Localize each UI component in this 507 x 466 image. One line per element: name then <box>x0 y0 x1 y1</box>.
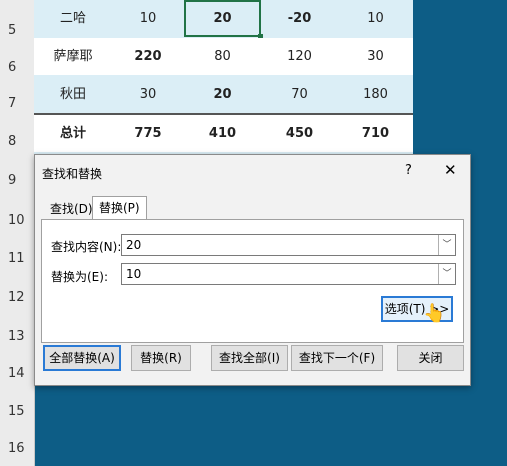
close-button[interactable]: 关闭 <box>397 345 464 371</box>
table-cell[interactable]: 410 <box>184 115 261 152</box>
find-replace-dialog: 查找和替换 ? ✕ 查找(D) 替换(P) 查找内容(N): 20 ﹀ 替换为(… <box>34 154 471 386</box>
table-cell[interactable]: 180 <box>338 76 413 113</box>
row-number-15[interactable]: 15 <box>0 404 34 419</box>
help-button[interactable]: ? <box>405 163 412 178</box>
table-cell[interactable]: 710 <box>338 115 413 152</box>
table-cell[interactable]: 总计 <box>34 115 112 152</box>
dialog-title: 查找和替换 <box>42 167 103 181</box>
row-number-5[interactable]: 5 <box>0 23 34 38</box>
find-label: 查找内容(N): <box>51 240 122 254</box>
row-header-column: 5 6 7 8 9 10 11 12 13 14 15 16 <box>0 0 35 466</box>
mouse-pointer-icon: 👆 <box>423 303 446 324</box>
row-number-12[interactable]: 12 <box>0 290 34 305</box>
spreadsheet-table: 二哈 10 20 -20 10 萨摩耶 220 80 120 30 秋田 30 … <box>34 0 413 154</box>
row-number-9[interactable]: 9 <box>0 173 34 188</box>
table-cell[interactable]: 30 <box>338 38 413 75</box>
row-number-16[interactable]: 16 <box>0 441 34 456</box>
row-number-7[interactable]: 7 <box>0 96 34 111</box>
tab-replace[interactable]: 替换(P) <box>92 196 147 221</box>
row-number-14[interactable]: 14 <box>0 366 34 381</box>
replace-input[interactable]: 10 ﹀ <box>121 263 456 285</box>
table-cell[interactable]: -20 <box>261 0 338 37</box>
replace-all-button[interactable]: 全部替换(A) <box>43 345 121 371</box>
table-cell[interactable]: 450 <box>261 115 338 152</box>
table-cell[interactable]: 775 <box>112 115 184 152</box>
active-cell-selection <box>184 0 261 37</box>
find-input[interactable]: 20 ﹀ <box>121 234 456 256</box>
close-icon[interactable]: ✕ <box>444 161 457 179</box>
row-number-13[interactable]: 13 <box>0 329 34 344</box>
chevron-down-icon[interactable]: ﹀ <box>438 235 455 255</box>
replace-input-value: 10 <box>126 267 142 281</box>
replace-label: 替换为(E): <box>51 270 108 284</box>
replace-button[interactable]: 替换(R) <box>131 345 191 371</box>
table-cell[interactable]: 萨摩耶 <box>34 38 112 75</box>
tab-panel: 查找内容(N): 20 ﹀ 替换为(E): 10 ﹀ <box>41 219 464 343</box>
row-number-11[interactable]: 11 <box>0 251 34 266</box>
tab-find[interactable]: 查找(D) <box>44 198 99 220</box>
table-cell[interactable]: 10 <box>112 0 184 37</box>
table-cell[interactable]: 120 <box>261 38 338 75</box>
table-cell[interactable]: 20 <box>184 76 261 113</box>
table-cell[interactable]: 30 <box>112 76 184 113</box>
table-row-total: 总计 775 410 450 710 <box>34 115 413 152</box>
table-cell[interactable]: 10 <box>338 0 413 37</box>
row-number-8[interactable]: 8 <box>0 134 34 149</box>
table-cell[interactable]: 220 <box>112 38 184 75</box>
row-number-6[interactable]: 6 <box>0 60 34 75</box>
table-row: 萨摩耶 220 80 120 30 <box>34 38 413 75</box>
find-all-button[interactable]: 查找全部(I) <box>211 345 288 371</box>
table-cell[interactable]: 秋田 <box>34 76 112 113</box>
table-cell[interactable]: 70 <box>261 76 338 113</box>
table-cell[interactable]: 二哈 <box>34 0 112 37</box>
table-row: 二哈 10 20 -20 10 <box>34 0 413 39</box>
chevron-down-icon[interactable]: ﹀ <box>438 264 455 284</box>
table-cell[interactable]: 80 <box>184 38 261 75</box>
find-next-button[interactable]: 查找下一个(F) <box>291 345 383 371</box>
find-input-value: 20 <box>126 238 142 252</box>
table-row: 秋田 30 20 70 180 <box>34 76 413 113</box>
row-number-10[interactable]: 10 <box>0 213 34 228</box>
